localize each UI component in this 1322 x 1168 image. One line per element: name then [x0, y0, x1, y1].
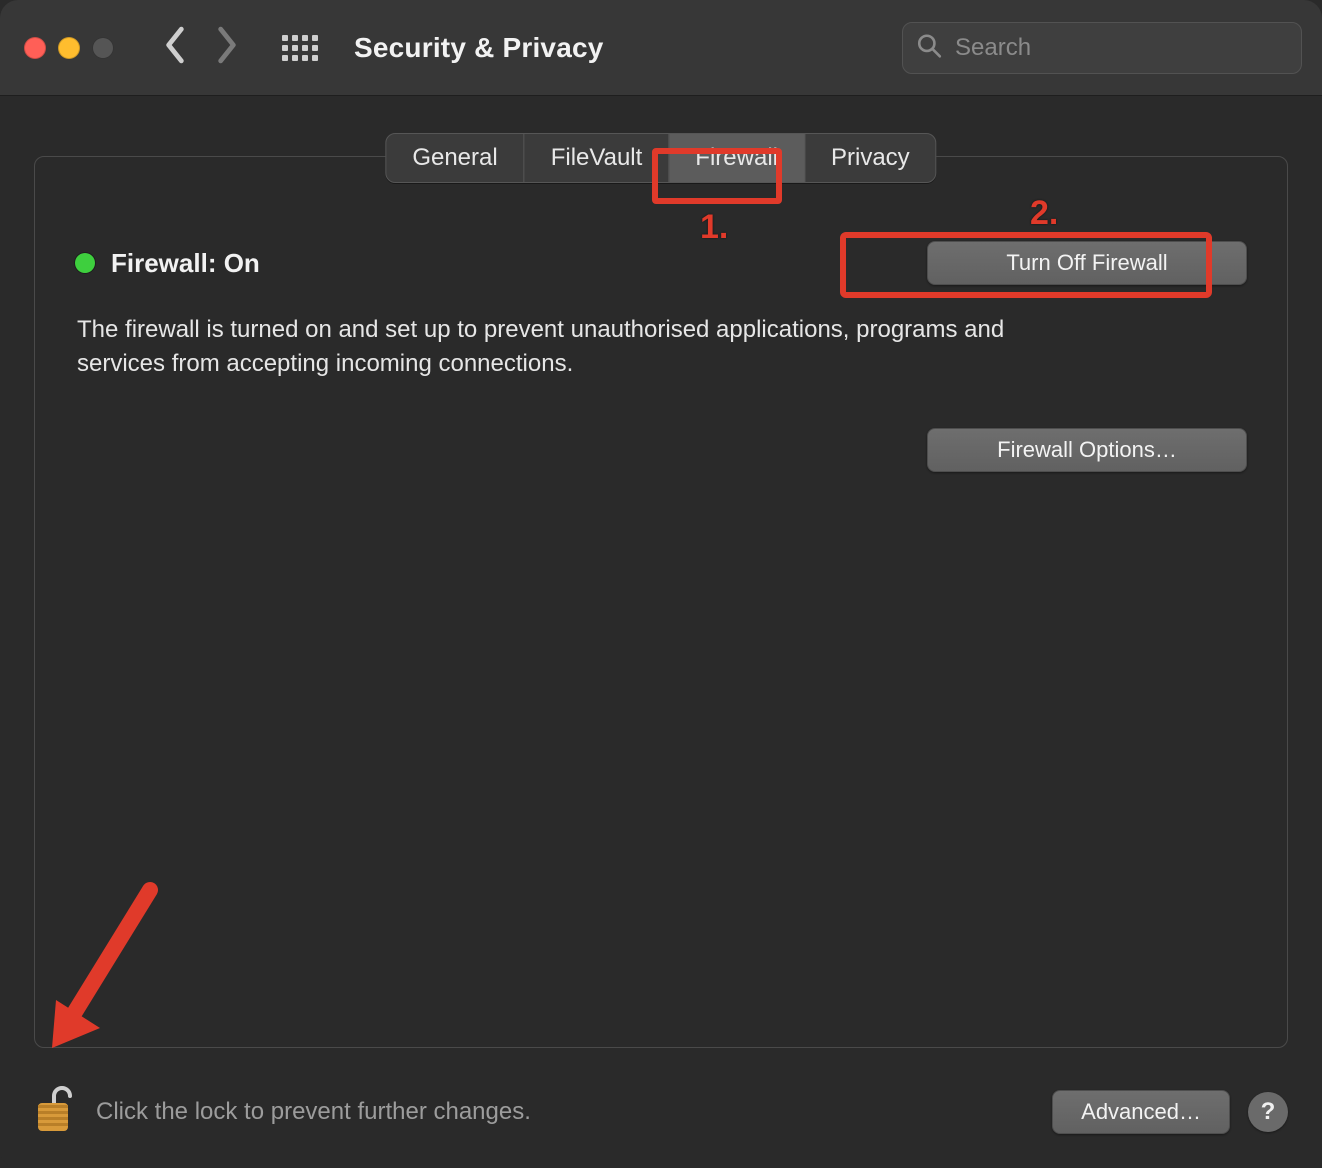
turn-off-firewall-button[interactable]: Turn Off Firewall [927, 241, 1247, 285]
window-title: Security & Privacy [354, 32, 604, 64]
close-window-button[interactable] [24, 37, 46, 59]
status-indicator-icon [75, 253, 95, 273]
search-icon [916, 32, 942, 63]
footer-bar: Click the lock to prevent further change… [34, 1083, 1288, 1140]
options-row: Firewall Options… [35, 428, 1287, 472]
tab-firewall[interactable]: Firewall [669, 134, 805, 182]
minimize-window-button[interactable] [58, 37, 80, 59]
tab-filevault[interactable]: FileVault [525, 134, 670, 182]
zoom-window-button [92, 37, 114, 59]
help-button[interactable]: ? [1248, 1092, 1288, 1132]
content-card: General FileVault Firewall Privacy Firew… [34, 156, 1288, 1048]
tab-privacy[interactable]: Privacy [805, 134, 936, 182]
forward-button [214, 26, 240, 69]
search-input[interactable] [902, 22, 1302, 74]
firewall-description: The firewall is turned on and set up to … [35, 313, 1095, 380]
window-controls [24, 37, 114, 59]
advanced-button[interactable]: Advanced… [1052, 1090, 1230, 1134]
lock-open-icon [34, 1083, 78, 1140]
show-all-button[interactable] [282, 35, 318, 61]
preferences-window: Security & Privacy General FileVault Fir… [0, 0, 1322, 1168]
tab-bar: General FileVault Firewall Privacy [385, 133, 936, 183]
search-wrap [902, 22, 1302, 74]
firewall-options-button[interactable]: Firewall Options… [927, 428, 1247, 472]
toolbar: Security & Privacy [0, 0, 1322, 96]
firewall-status-row: Firewall: On Turn Off Firewall [35, 241, 1287, 285]
tab-general[interactable]: General [386, 134, 524, 182]
back-button[interactable] [162, 26, 188, 69]
lock-text: Click the lock to prevent further change… [96, 1098, 531, 1126]
nav-arrows [162, 26, 240, 69]
firewall-status-label: Firewall: On [111, 248, 260, 279]
lock-area[interactable]: Click the lock to prevent further change… [34, 1083, 531, 1140]
